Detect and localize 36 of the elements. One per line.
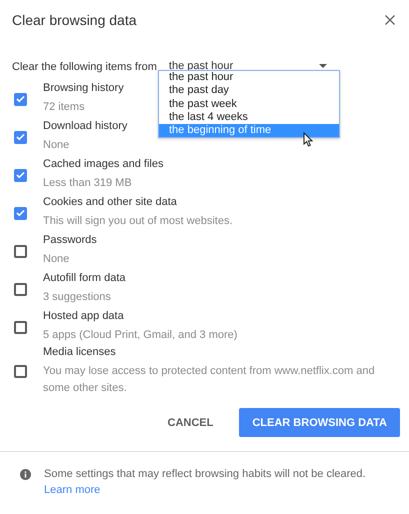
checkbox[interactable]: [14, 282, 27, 296]
option-detail: You may lose access to protected content from www.netflix.com and some other sites.: [43, 364, 376, 396]
dialog-title: Clear browsing data: [12, 12, 137, 28]
checkbox[interactable]: [14, 320, 27, 334]
footer-note: Some settings that may reflect browsing habits will not be cleared. Learn more: [44, 467, 367, 498]
option-label: Media licenses: [43, 346, 117, 358]
option-detail: This will sign you out of most websites.: [43, 214, 233, 230]
checkbox[interactable]: [14, 92, 27, 106]
option-detail: None: [43, 138, 70, 154]
info-icon: [20, 469, 31, 480]
option-detail: 3 suggestions: [43, 290, 112, 306]
option-label: Cached images and files: [43, 158, 164, 170]
option-label: Autofill form data: [43, 272, 126, 284]
dropdown-option[interactable]: the past day: [159, 84, 339, 98]
option-label: Download history: [43, 120, 128, 132]
checkbox[interactable]: [14, 206, 27, 220]
checkbox[interactable]: [14, 364, 27, 378]
option-detail: Less than 319 MB: [43, 176, 133, 192]
learn-more-link[interactable]: Learn more: [44, 484, 100, 496]
option-detail: None: [43, 252, 70, 268]
close-icon[interactable]: [385, 15, 395, 25]
option-detail: 5 apps (Cloud Print, Gmail, and 3 more): [43, 328, 238, 344]
range-label: Clear the following items from: [12, 61, 157, 73]
checkbox[interactable]: [14, 130, 27, 144]
dropdown-option[interactable]: the past week: [159, 98, 339, 111]
option-label: Hosted app data: [43, 310, 125, 322]
dropdown-option[interactable]: the last 4 weeks: [159, 110, 339, 124]
option-label: Passwords: [43, 234, 97, 246]
cancel-button[interactable]: CANCEL: [156, 408, 226, 437]
checkbox[interactable]: [14, 244, 27, 258]
option-detail: 72 items: [43, 100, 86, 116]
clear-button[interactable]: CLEAR BROWSING DATA: [239, 408, 400, 437]
option-label: Browsing history: [43, 82, 124, 94]
checkbox[interactable]: [14, 168, 27, 182]
option-label: Cookies and other site data: [43, 196, 178, 208]
dropdown-arrow-icon: [318, 64, 327, 68]
